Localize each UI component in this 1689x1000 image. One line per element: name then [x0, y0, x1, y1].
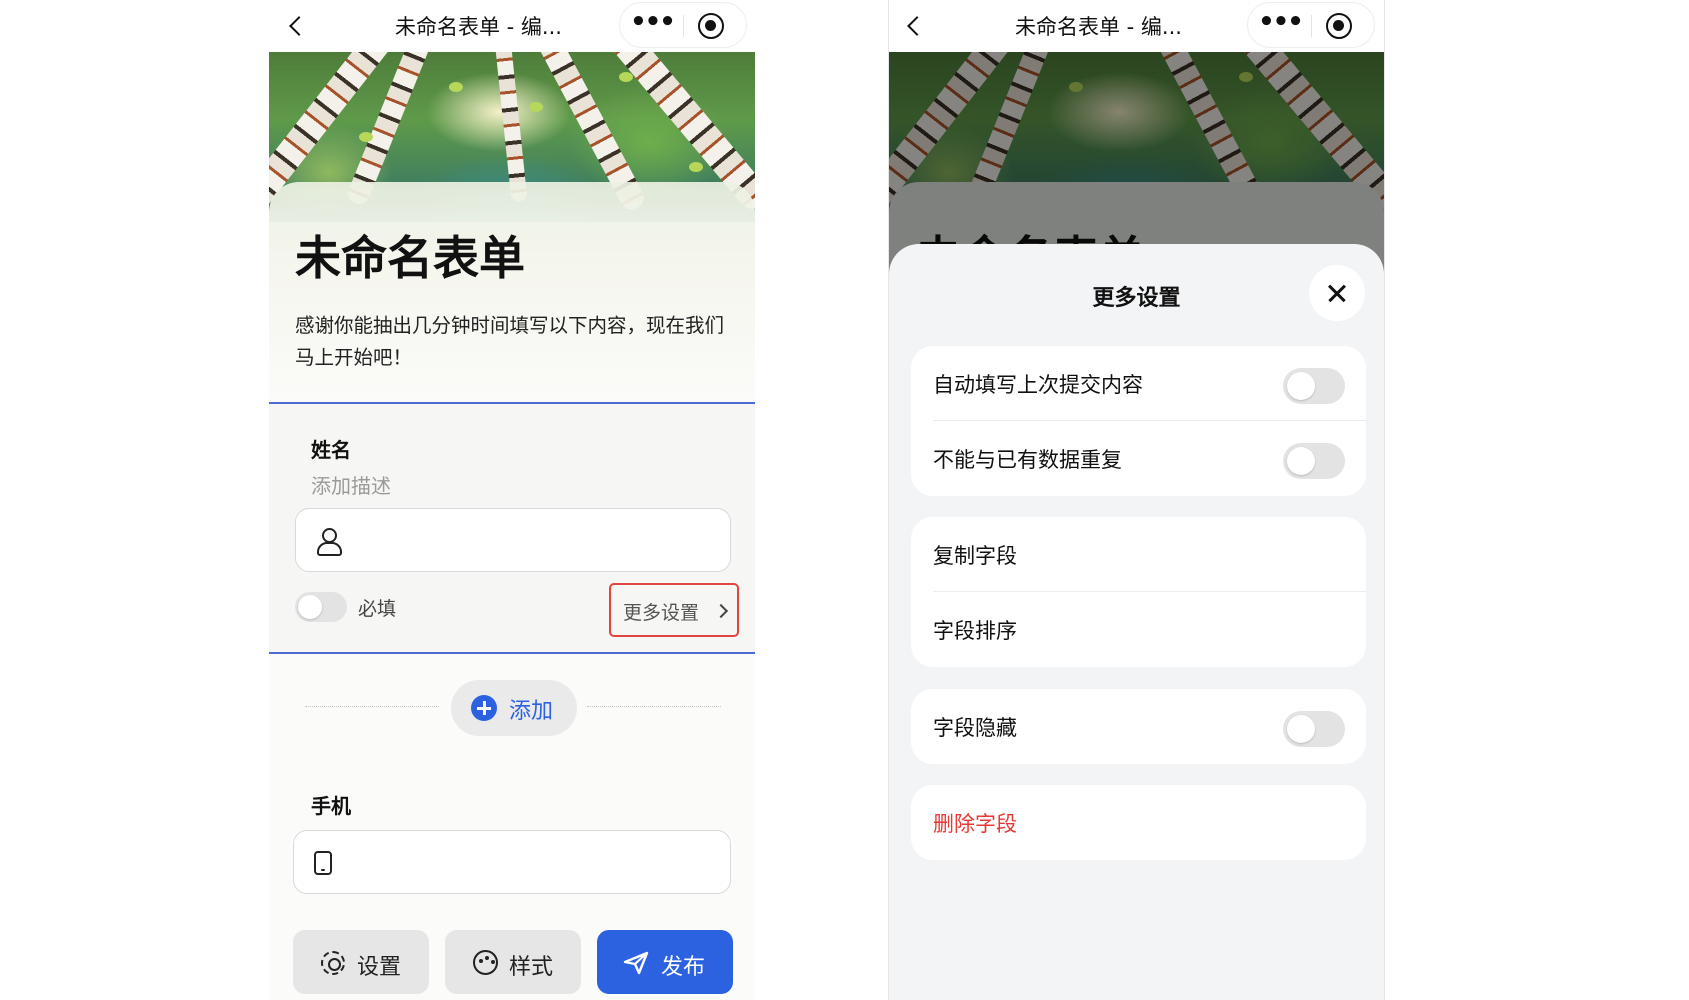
unique-toggle[interactable]: [1283, 443, 1345, 479]
more-dots-icon[interactable]: •••: [628, 7, 676, 43]
form-editor-screen: 未命名表单 - 编... ••• 未命名表单 感谢你能抽出几分钟时间填写以下内容…: [269, 0, 755, 1000]
mini-program-capsule: •••: [1247, 2, 1375, 48]
more-settings-screen: 未命名表单 - 编... ••• 未命名表单 更多设置 自动填写上次提交内容: [888, 0, 1385, 1000]
name-input[interactable]: [295, 508, 731, 572]
settings-group-field-actions: 复制字段 字段排序: [911, 517, 1366, 667]
more-settings-button[interactable]: 更多设置: [609, 583, 739, 637]
divider-line: [305, 706, 439, 707]
copy-field-label: 复制字段: [933, 544, 1017, 568]
back-icon[interactable]: [281, 10, 313, 42]
close-icon[interactable]: [1309, 265, 1365, 321]
settings-group-danger: 删除字段: [911, 785, 1366, 860]
divider-line: [587, 706, 721, 707]
gear-icon: [321, 951, 345, 975]
leaf: [689, 162, 703, 172]
publish-label: 发布: [661, 955, 706, 980]
copy-field-item[interactable]: 复制字段: [911, 517, 1366, 592]
delete-field-item[interactable]: 删除字段: [911, 785, 1366, 860]
setting-row-autofill[interactable]: 自动填写上次提交内容: [911, 346, 1366, 421]
sort-field-item[interactable]: 字段排序: [911, 592, 1366, 667]
settings-group-visibility: 字段隐藏: [911, 689, 1366, 764]
form-title[interactable]: 未命名表单: [295, 222, 525, 288]
leaf: [449, 82, 463, 92]
back-icon[interactable]: [899, 10, 931, 42]
leaf: [529, 102, 543, 112]
settings-button[interactable]: 设置: [293, 930, 429, 994]
capsule-divider: [1311, 15, 1312, 37]
phone-icon: [314, 851, 332, 875]
palette-icon: [473, 950, 498, 975]
close-target-icon[interactable]: [698, 13, 724, 39]
screenshot-stage: 未命名表单 - 编... ••• 未命名表单 感谢你能抽出几分钟时间填写以下内容…: [0, 0, 1689, 1000]
capsule-divider: [683, 15, 684, 37]
publish-button[interactable]: 发布: [597, 930, 733, 994]
add-field-label: 添加: [509, 699, 554, 724]
more-dots-icon[interactable]: •••: [1256, 7, 1304, 43]
leaf: [359, 132, 373, 142]
phone-input[interactable]: [293, 830, 731, 894]
setting-row-unique[interactable]: 不能与已有数据重复: [911, 421, 1366, 496]
autofill-toggle[interactable]: [1283, 368, 1345, 404]
mini-program-capsule: •••: [619, 2, 747, 48]
field-description-placeholder[interactable]: 添加描述: [311, 470, 391, 499]
required-toggle[interactable]: [295, 592, 347, 622]
nav-title: 未命名表单 - 编...: [1015, 15, 1182, 39]
setting-label-hide-field: 字段隐藏: [933, 716, 1017, 740]
nav-bar: 未命名表单 - 编... •••: [269, 0, 755, 52]
field-label-phone: 手机: [311, 794, 351, 818]
send-icon: [623, 951, 649, 975]
field-label-name: 姓名: [311, 438, 351, 462]
setting-label-unique: 不能与已有数据重复: [933, 448, 1122, 472]
style-button[interactable]: 样式: [445, 930, 581, 994]
form-description[interactable]: 感谢你能抽出几分钟时间填写以下内容，现在我们马上开始吧！: [295, 310, 725, 374]
more-settings-label: 更多设置: [623, 602, 700, 624]
settings-label: 设置: [357, 955, 402, 980]
delete-field-label: 删除字段: [933, 812, 1017, 836]
hide-field-toggle[interactable]: [1283, 711, 1345, 747]
more-settings-sheet: 更多设置 自动填写上次提交内容 不能与已有数据重复 复制字段 字段排序 字段隐藏…: [889, 244, 1384, 1000]
chevron-right-icon: [713, 603, 729, 619]
style-label: 样式: [509, 955, 554, 980]
setting-label-autofill: 自动填写上次提交内容: [933, 373, 1143, 397]
close-target-icon[interactable]: [1326, 13, 1352, 39]
nav-title: 未命名表单 - 编...: [395, 15, 562, 39]
setting-row-hide-field[interactable]: 字段隐藏: [911, 689, 1366, 764]
leaf: [619, 72, 633, 82]
person-icon: [316, 528, 342, 556]
add-field-button[interactable]: 添加: [451, 680, 577, 736]
required-label: 必填: [358, 598, 397, 620]
settings-group-validation: 自动填写上次提交内容 不能与已有数据重复: [911, 346, 1366, 496]
birch-trunk: [486, 52, 528, 203]
plus-circle-icon: [471, 695, 497, 721]
sort-field-label: 字段排序: [933, 619, 1017, 643]
nav-bar: 未命名表单 - 编... •••: [889, 0, 1384, 52]
